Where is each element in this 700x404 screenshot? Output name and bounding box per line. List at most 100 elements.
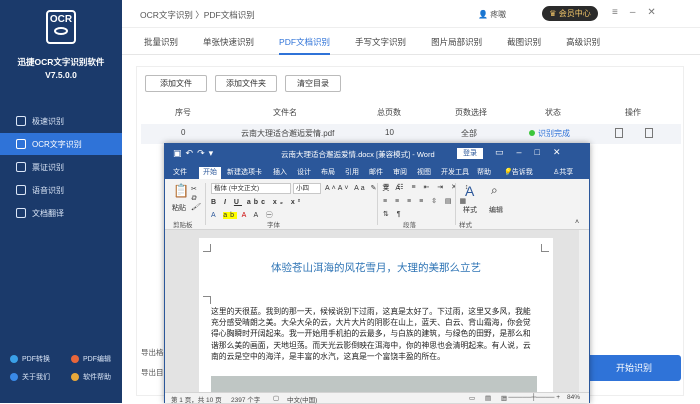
file-icon[interactable] bbox=[615, 128, 623, 138]
redo-icon[interactable]: ↷ bbox=[197, 148, 209, 158]
col-status: 状态 bbox=[545, 108, 561, 117]
app-version: V7.5.0.0 bbox=[45, 70, 77, 80]
styles-icon[interactable]: A bbox=[465, 183, 474, 199]
font-size-select[interactable]: 小四 bbox=[293, 183, 321, 194]
close-icon[interactable]: ✕ bbox=[647, 7, 667, 18]
tab-single[interactable]: 单张快速识别 bbox=[203, 28, 254, 55]
list-buttons[interactable]: ☰ ☷ ≡ ⇤ ⇥ ✕ ↕ bbox=[383, 183, 471, 191]
word-title-bar: ▣↶↷▾ 云南大理适合邂逅爱情.docx [兼容模式] - Word 登录 ▭–… bbox=[165, 144, 589, 164]
tab-screenshot[interactable]: 截图识别 bbox=[507, 28, 541, 55]
translate-icon bbox=[16, 208, 26, 218]
font-effects-buttons[interactable]: A ab A A ㊀ bbox=[211, 210, 276, 220]
document-body-text[interactable]: 这里的天很蓝。我到的那一天，候候说别下过雨，这真是太好了。下过雨，这里又多风，我… bbox=[211, 306, 537, 362]
share-button[interactable]: ♙共享 bbox=[553, 167, 573, 177]
edit-button[interactable]: 编辑 bbox=[489, 205, 503, 215]
help-icon bbox=[71, 373, 79, 381]
footer-label: PDF编辑 bbox=[83, 356, 111, 363]
pdf-convert-link[interactable]: PDF转换 bbox=[0, 354, 61, 364]
tab-pdf[interactable]: PDF文档识别 bbox=[279, 28, 331, 55]
tab-review[interactable]: 审阅 bbox=[393, 167, 407, 177]
add-file-button[interactable]: 添加文件 bbox=[145, 75, 207, 92]
user-name[interactable]: 👤 疼嗷 bbox=[478, 9, 506, 20]
tab-mailings[interactable]: 邮件 bbox=[369, 167, 383, 177]
tab-developer[interactable]: 开发工具 bbox=[441, 167, 469, 177]
about-link[interactable]: 关于我们 bbox=[0, 372, 61, 382]
tab-view[interactable]: 视图 bbox=[417, 167, 431, 177]
sidebar-item-translate[interactable]: 文档翻译 bbox=[0, 202, 122, 224]
page-corner-mark bbox=[203, 296, 211, 304]
tab-insert[interactable]: 插入 bbox=[273, 167, 287, 177]
font-style-buttons[interactable]: B I U abc x₂ x² bbox=[211, 199, 303, 206]
add-folder-button[interactable]: 添加文件夹 bbox=[215, 75, 277, 92]
search-icon[interactable]: ⌕ bbox=[491, 183, 498, 198]
group-styles: 样式 bbox=[459, 222, 472, 229]
menu-icon[interactable]: ≡ bbox=[612, 7, 630, 18]
collapse-ribbon-icon[interactable]: ˄ bbox=[575, 219, 579, 226]
copy-icon[interactable]: ⧉ bbox=[191, 195, 196, 202]
sidebar-item-speed[interactable]: 极速识别 bbox=[0, 110, 122, 132]
tell-me-search[interactable]: 💡告诉我 bbox=[503, 167, 533, 177]
start-recognition-button[interactable]: 开始识别 bbox=[587, 355, 681, 381]
row-index: 0 bbox=[181, 128, 186, 137]
tab-home[interactable]: 开始 bbox=[199, 167, 221, 179]
word-window-controls: ▭–□✕ bbox=[495, 147, 574, 158]
table-header: 序号 文件名 总页数 页数选择 状态 操作 bbox=[137, 103, 685, 121]
document-page[interactable]: 体验苍山洱海的风花雪月，大理的美那么立艺 这里的天很蓝。我到的那一天，候候说别下… bbox=[199, 238, 553, 392]
col-page-select: 页数选择 bbox=[455, 108, 487, 117]
align-buttons[interactable]: ≡ ≡ ≡ ≡ ⇳ ▤ ▦ bbox=[383, 197, 469, 205]
row-filename: 云南大理适合邂逅爱情.pdf bbox=[241, 129, 335, 138]
crown-icon: ♛ bbox=[549, 9, 559, 18]
sidebar-item-ticket[interactable]: 票证识别 bbox=[0, 156, 122, 178]
group-font: 字体 bbox=[267, 222, 280, 229]
paste-icon[interactable]: 📋 bbox=[173, 183, 189, 199]
row-page-select[interactable]: 全部 bbox=[461, 128, 477, 139]
font-name-select[interactable]: 楷体 (中文正文) bbox=[211, 183, 291, 194]
cut-icon[interactable]: ✂ bbox=[191, 186, 197, 193]
tab-partial[interactable]: 图片局部识别 bbox=[431, 28, 482, 55]
proofing-icon[interactable]: ▢ bbox=[273, 394, 279, 402]
zoom-level[interactable]: 84% bbox=[567, 394, 580, 401]
pdf-convert-icon bbox=[10, 355, 18, 363]
tab-advanced[interactable]: 高级识别 bbox=[566, 28, 600, 55]
table-row[interactable]: 0 云南大理适合邂逅爱情.pdf 10 全部 识别完成 bbox=[141, 124, 681, 144]
vertical-scrollbar[interactable] bbox=[579, 230, 589, 392]
pdf-edit-link[interactable]: PDF编辑 bbox=[61, 354, 122, 364]
clear-list-button[interactable]: 清空目录 bbox=[285, 75, 341, 92]
logo-text: OCR bbox=[49, 14, 73, 25]
ribbon-display-icon[interactable]: ▭ bbox=[495, 147, 517, 157]
minimize-icon[interactable]: – bbox=[517, 147, 535, 157]
tab-references[interactable]: 引用 bbox=[345, 167, 359, 177]
sidebar-item-label: 文档翻译 bbox=[32, 208, 64, 218]
tab-design[interactable]: 设计 bbox=[297, 167, 311, 177]
styles-button[interactable]: 样式 bbox=[463, 205, 477, 215]
document-canvas[interactable]: 体验苍山洱海的风花雪月，大理的美那么立艺 这里的天很蓝。我到的那一天，候候说别下… bbox=[165, 230, 589, 392]
footer-label: 关于我们 bbox=[22, 374, 50, 381]
customize-icon[interactable]: ▾ bbox=[209, 148, 218, 158]
save-icon[interactable]: ▣ bbox=[173, 148, 186, 158]
maximize-icon[interactable]: □ bbox=[535, 147, 553, 157]
format-painter-icon[interactable]: 🖌 bbox=[191, 204, 200, 211]
vip-label: 会员中心 bbox=[558, 9, 591, 18]
tab-new[interactable]: 新建选项卡 bbox=[227, 167, 262, 177]
help-link[interactable]: 软件帮助 bbox=[61, 372, 122, 382]
undo-icon[interactable]: ↶ bbox=[186, 148, 198, 158]
tab-handwriting[interactable]: 手写文字识别 bbox=[355, 28, 406, 55]
tab-help[interactable]: 帮助 bbox=[477, 167, 491, 177]
minimize-icon[interactable]: – bbox=[630, 7, 648, 18]
tell-me-label: 告诉我 bbox=[511, 169, 533, 176]
paste-label[interactable]: 粘贴 bbox=[172, 203, 186, 213]
tab-batch[interactable]: 批量识别 bbox=[144, 28, 178, 55]
login-button[interactable]: 登录 bbox=[457, 148, 483, 159]
sort-buttons[interactable]: ⇅ ¶ bbox=[383, 210, 404, 218]
close-icon[interactable]: ✕ bbox=[553, 147, 574, 157]
trash-icon[interactable] bbox=[645, 128, 653, 138]
sidebar-item-ocr[interactable]: OCR文字识别 bbox=[0, 133, 122, 155]
ribbon-separator bbox=[455, 183, 456, 225]
tab-layout[interactable]: 布局 bbox=[321, 167, 335, 177]
sidebar-item-voice[interactable]: 语音识别 bbox=[0, 179, 122, 201]
page-corner-mark bbox=[203, 244, 211, 252]
tab-file[interactable]: 文件 bbox=[173, 167, 187, 177]
vip-center-button[interactable]: ♛ 会员中心 bbox=[542, 6, 598, 21]
zoom-slider[interactable]: – ─────┼──── + bbox=[503, 394, 560, 401]
document-heading[interactable]: 体验苍山洱海的风花雪月，大理的美那么立艺 bbox=[199, 260, 553, 275]
